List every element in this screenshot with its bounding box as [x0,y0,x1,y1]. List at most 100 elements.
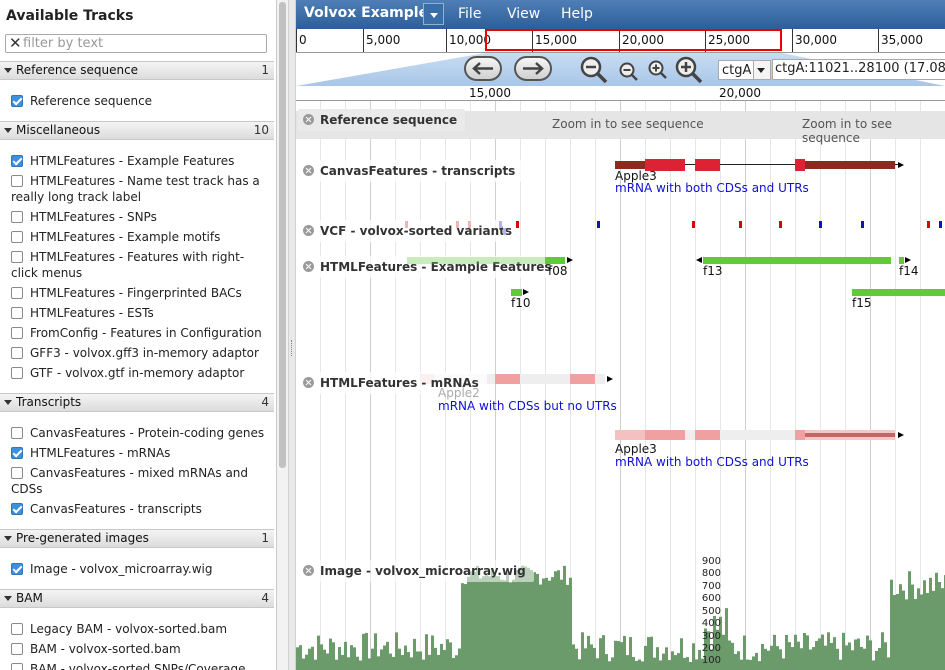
checkbox[interactable] [11,251,23,263]
track-item[interactable]: Legacy BAM - volvox-sorted.bam [11,621,269,637]
checkbox[interactable] [11,175,23,187]
checkbox-checked[interactable] [11,95,23,107]
track-item[interactable]: HTMLFeatures - mRNAs [11,445,269,461]
menu-view[interactable]: View [507,6,540,22]
track-label-reference-sequence[interactable]: Reference sequence [298,109,466,131]
variant-marker[interactable] [739,221,742,228]
track-label-vcf[interactable]: VCF - volvox-sorted variants [298,220,521,242]
zoom-in-large-icon[interactable] [674,55,704,85]
variant-marker[interactable] [927,221,930,228]
feature-f08-faded[interactable] [407,257,545,264]
track-item[interactable]: FromConfig - Features in Configuration [11,325,269,341]
menu-help[interactable]: Help [561,6,593,22]
feature-name[interactable]: f14 [899,264,919,278]
mrna-exon[interactable] [645,430,685,440]
transcript-utr[interactable] [805,161,895,169]
feature-name[interactable]: Apple2 [438,386,480,400]
feature-f14[interactable] [899,257,904,264]
zoom-out-small-icon[interactable] [618,61,640,83]
close-track-icon[interactable] [303,261,314,272]
variant-marker[interactable] [692,221,695,228]
track-label-canvas-transcripts[interactable]: CanvasFeatures - transcripts [298,160,524,182]
track-item[interactable]: HTMLFeatures - SNPs [11,209,269,225]
feature-f08[interactable] [545,257,565,264]
checkbox[interactable] [11,211,23,223]
variant-marker[interactable] [779,221,782,228]
close-track-icon[interactable] [303,377,314,388]
track-item[interactable]: Reference sequence [11,93,269,109]
variant-marker[interactable] [405,221,408,228]
dataset-dropdown-button[interactable] [423,3,444,25]
variant-marker[interactable] [597,221,600,228]
checkbox-checked[interactable] [11,503,23,515]
category-header[interactable]: Reference sequence 1 [0,61,274,80]
clear-filter-icon[interactable]: ✕ [9,35,22,52]
close-track-icon[interactable] [303,114,314,125]
checkbox[interactable] [11,347,23,359]
track-item[interactable]: CanvasFeatures - Protein-coding genes [11,425,269,441]
checkbox[interactable] [11,623,23,635]
track-item[interactable]: HTMLFeatures - Features with right-click… [11,249,269,281]
location-search-input[interactable]: ctgA:11021..28100 (17.08 Kb) [772,59,945,80]
track-item[interactable]: CanvasFeatures - transcripts [11,501,269,517]
feature-name[interactable]: f13 [703,264,723,278]
variant-marker[interactable] [819,221,822,228]
mrna-exon[interactable] [495,374,520,384]
track-item[interactable]: Image - volvox_microarray.wig [11,561,269,577]
mrna-exon[interactable] [615,430,645,440]
feature-name[interactable]: f08 [548,264,568,278]
track-item[interactable]: GTF - volvox.gtf in-memory adaptor [11,365,269,381]
mrna-exon[interactable] [695,430,720,440]
checkbox[interactable] [11,663,23,670]
pan-right-button[interactable] [514,56,552,81]
variant-marker[interactable] [939,221,942,228]
category-header[interactable]: BAM 4 [0,589,274,608]
track-label-wig[interactable]: Image - volvox_microarray.wig [298,560,534,582]
feature-f15[interactable] [852,289,945,296]
checkbox[interactable] [11,367,23,379]
track-item[interactable]: BAM - volvox-sorted SNPs/Coverage [11,661,269,670]
checkbox[interactable] [11,287,23,299]
zoom-out-large-icon[interactable] [579,55,609,85]
variant-marker[interactable] [468,221,471,228]
feature-f10[interactable] [511,289,522,296]
track-filter-input[interactable]: ✕ filter by text [5,34,267,53]
track-item[interactable]: GFF3 - volvox.gff3 in-memory adaptor [11,345,269,361]
track-item[interactable]: HTMLFeatures - ESTs [11,305,269,321]
overview-ruler[interactable]: 0 5,000 10,000 15,000 20,000 25,000 30,0… [296,29,945,53]
track-item[interactable]: HTMLFeatures - Fingerprinted BACs [11,285,269,301]
variant-marker[interactable] [499,221,502,228]
close-track-icon[interactable] [303,565,314,576]
transcript-utr[interactable] [615,161,645,169]
feature-name[interactable]: f15 [852,296,872,310]
checkbox-checked[interactable] [11,447,23,459]
category-header[interactable]: Miscellaneous 10 [0,121,274,140]
checkbox[interactable] [11,231,23,243]
checkbox[interactable] [11,643,23,655]
overview-location-box[interactable] [485,29,782,51]
variant-marker[interactable] [861,221,864,228]
panel-splitter[interactable] [288,0,296,670]
checkbox[interactable] [11,307,23,319]
scrollbar-thumb[interactable] [279,2,286,468]
track-item[interactable]: HTMLFeatures - Example motifs [11,229,269,245]
track-item[interactable]: CanvasFeatures - mixed mRNAs and CDSs [11,465,269,497]
checkbox-checked[interactable] [11,155,23,167]
feature-name[interactable]: Apple3 [615,442,657,456]
menu-file[interactable]: File [458,6,481,22]
zoom-in-small-icon[interactable] [647,59,669,81]
checkbox-checked[interactable] [11,563,23,575]
transcript-cds[interactable] [795,159,805,171]
checkbox[interactable] [11,327,23,339]
variant-marker[interactable] [516,221,519,228]
mrna-exon[interactable] [570,374,595,384]
feature-f13[interactable] [703,257,891,264]
pan-left-button[interactable] [464,56,502,81]
track-area[interactable]: Zoom in to see sequence Zoom in to see s… [296,101,945,670]
reference-sequence-select[interactable]: ctgA [718,60,771,80]
variant-marker[interactable] [456,221,459,228]
track-item[interactable]: HTMLFeatures - Example Features [11,153,269,169]
category-header[interactable]: Transcripts 4 [0,393,274,412]
category-header[interactable]: Pre-generated images 1 [0,529,274,548]
checkbox[interactable] [11,427,23,439]
